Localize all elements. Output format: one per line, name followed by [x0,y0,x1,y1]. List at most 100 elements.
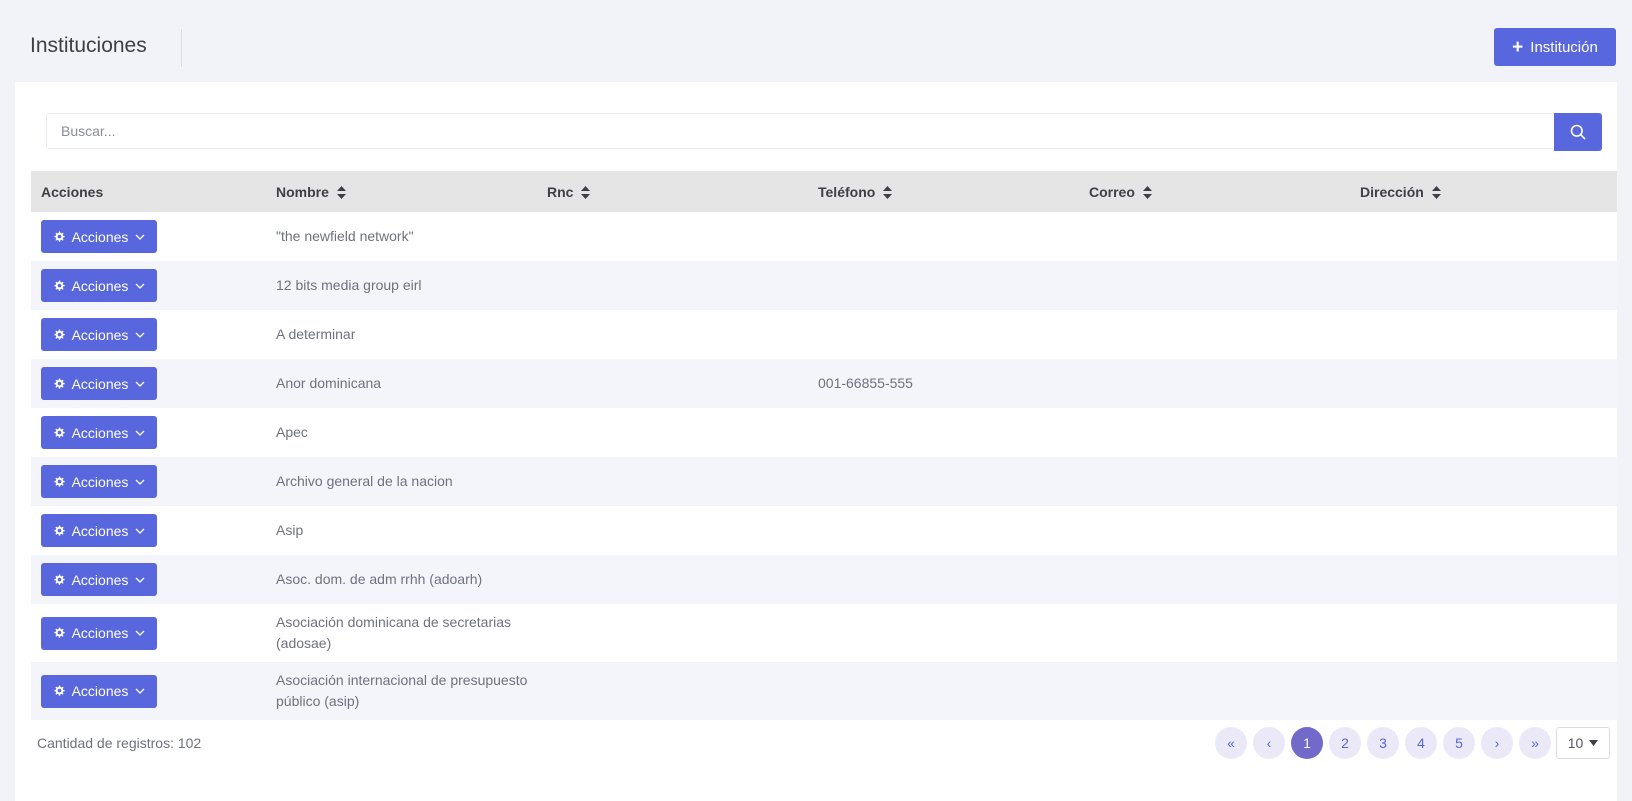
record-count: Cantidad de registros: 102 [37,735,202,751]
cell-direccion [1350,662,1617,720]
actions-cell: Acciones [31,457,266,506]
column-label: Teléfono [818,183,876,200]
sort-icon [336,186,346,200]
row-actions-button[interactable]: Acciones [41,563,157,596]
cell-telefono [808,310,1079,359]
cell-direccion [1350,359,1617,408]
page-size-select[interactable]: 10 [1556,727,1610,759]
chevron-down-icon [135,528,145,534]
cell-direccion [1350,604,1617,662]
cell-direccion [1350,310,1617,359]
actions-cell: Acciones [31,506,266,555]
row-actions-button[interactable]: Acciones [41,465,157,498]
row-actions-button[interactable]: Acciones [41,367,157,400]
row-actions-label: Acciones [71,683,129,699]
row-actions-button[interactable]: Acciones [41,220,157,253]
cell-rnc [537,408,808,457]
gear-icon [53,280,65,291]
add-institution-button[interactable]: + Institución [1494,28,1616,66]
gear-icon [53,329,65,340]
row-actions-button[interactable]: Acciones [41,616,157,650]
row-actions-label: Acciones [71,571,129,588]
title-divider [181,29,182,67]
page-button-3[interactable]: 3 [1367,727,1399,759]
row-actions-label: Acciones [71,375,129,392]
cell-telefono [808,408,1079,457]
row-actions-button[interactable]: Acciones [41,269,157,302]
column-header-correo[interactable]: Correo [1079,171,1350,212]
cell-direccion [1350,506,1617,555]
column-header-nombre[interactable]: Nombre [266,171,537,212]
page-button-2[interactable]: 2 [1329,727,1361,759]
plus-icon: + [1512,36,1524,58]
chevron-down-icon [135,577,145,583]
cell-correo [1079,310,1350,359]
last-page-button[interactable]: » [1519,727,1551,759]
gear-icon [53,685,65,696]
column-header-rnc[interactable]: Rnc [537,171,808,212]
column-label: Rnc [547,183,574,200]
row-actions-label: Acciones [71,424,129,441]
chevron-down-icon [135,283,145,289]
cell-telefono [808,555,1079,604]
table-row: Acciones Archivo general de la nacion [31,457,1617,506]
page-button-1[interactable]: 1 [1291,727,1323,759]
cell-nombre: Archivo general de la nacion [266,457,537,506]
actions-cell: Acciones [31,212,266,261]
search-input[interactable] [46,113,1554,149]
next-page-button[interactable]: › [1481,727,1513,759]
cell-direccion [1350,261,1617,310]
cell-telefono [808,457,1079,506]
cell-correo [1079,359,1350,408]
row-actions-button[interactable]: Acciones [41,514,157,547]
table-row: Acciones Asoc. dom. de adm rrhh (adoarh) [31,555,1617,604]
column-label: Acciones [41,183,104,200]
row-actions-button[interactable]: Acciones [41,416,157,449]
cell-direccion [1350,408,1617,457]
column-header-direccion[interactable]: Dirección [1350,171,1617,212]
actions-cell: Acciones [31,408,266,457]
cell-rnc [537,310,808,359]
sort-icon [581,186,591,200]
actions-cell: Acciones [31,310,266,359]
page-button-5[interactable]: 5 [1443,727,1475,759]
page-button-4[interactable]: 4 [1405,727,1437,759]
sort-icon [1431,186,1441,200]
chevron-down-icon [135,234,145,240]
row-actions-button[interactable]: Acciones [41,318,157,351]
column-header-telefono[interactable]: Teléfono [808,171,1079,212]
row-actions-button[interactable]: Acciones [41,674,157,708]
actions-cell: Acciones [31,662,266,720]
cell-correo [1079,604,1350,662]
pagination: « ‹ 1 2 3 4 5 › » [1215,727,1551,759]
row-actions-label: Acciones [71,277,129,294]
column-label: Nombre [276,183,329,200]
cell-rnc [537,212,808,261]
page-header: Instituciones + Institución [0,0,1632,80]
search-button[interactable] [1554,113,1602,151]
cell-nombre: Asip [266,506,537,555]
table-row: Acciones Anor dominicana 001-66855-555 [31,359,1617,408]
chevron-down-icon [135,332,145,338]
row-actions-label: Acciones [71,228,129,245]
first-page-button[interactable]: « [1215,727,1247,759]
cell-telefono [808,604,1079,662]
cell-nombre: Asociación dominicana de secretarias (ad… [266,604,537,662]
prev-page-button[interactable]: ‹ [1253,727,1285,759]
actions-cell: Acciones [31,359,266,408]
cell-rnc [537,604,808,662]
cell-correo [1079,212,1350,261]
table-row: Acciones A determinar [31,310,1617,359]
cell-nombre: Asoc. dom. de adm rrhh (adoarh) [266,555,537,604]
chevron-down-icon [135,381,145,387]
cell-nombre: Apec [266,408,537,457]
cell-direccion [1350,457,1617,506]
sort-icon [1142,186,1152,200]
cell-nombre: A determinar [266,310,537,359]
cell-correo [1079,506,1350,555]
row-actions-label: Acciones [71,625,129,641]
cell-rnc [537,457,808,506]
gear-icon [53,231,65,242]
add-institution-label: Institución [1530,38,1598,56]
cell-rnc [537,555,808,604]
